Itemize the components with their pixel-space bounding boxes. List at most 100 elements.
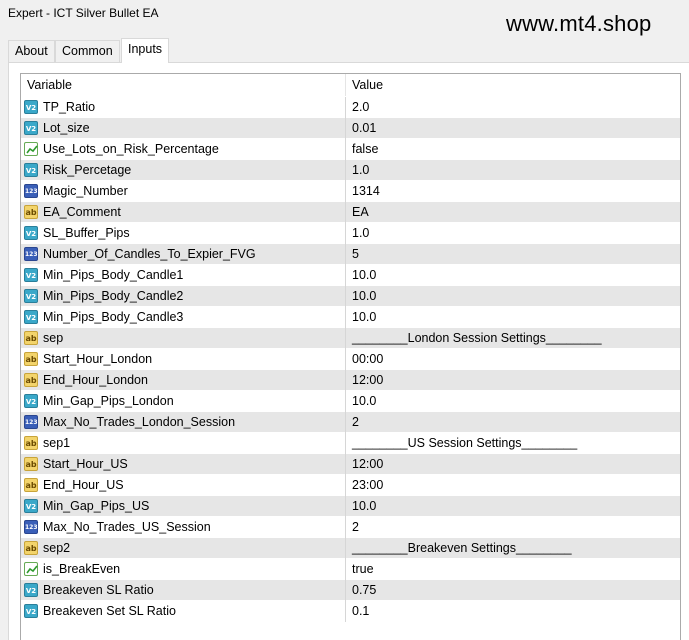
- value-cell[interactable]: EA: [346, 202, 681, 222]
- table-row[interactable]: 123 Number_Of_Candles_To_Expier_FVG 5: [21, 244, 680, 265]
- value-cell[interactable]: 12:00: [346, 370, 681, 390]
- variable-value[interactable]: 2.0: [352, 100, 369, 114]
- variable-value[interactable]: 0.1: [352, 604, 369, 618]
- table-row[interactable]: V2 Breakeven Set SL Ratio 0.1: [21, 601, 680, 622]
- table-row[interactable]: 123 Max_No_Trades_US_Session 2: [21, 517, 680, 538]
- table-row[interactable]: V2 Lot_size 0.01: [21, 118, 680, 139]
- variable-value[interactable]: false: [352, 142, 378, 156]
- value-cell[interactable]: ________Breakeven Settings________: [346, 538, 681, 558]
- value-cell[interactable]: 23:00: [346, 475, 681, 495]
- variable-cell[interactable]: V2 Breakeven SL Ratio: [21, 580, 345, 600]
- column-divider[interactable]: [345, 74, 346, 96]
- variable-cell[interactable]: V2 SL_Buffer_Pips: [21, 223, 345, 243]
- value-cell[interactable]: 10.0: [346, 286, 681, 306]
- variable-cell[interactable]: V2 Min_Pips_Body_Candle3: [21, 307, 345, 327]
- variable-cell[interactable]: ab sep2: [21, 538, 345, 558]
- table-row[interactable]: ab sep2 ________Breakeven Settings________: [21, 538, 680, 559]
- table-row[interactable]: ab Start_Hour_US 12:00: [21, 454, 680, 475]
- table-row[interactable]: V2 SL_Buffer_Pips 1.0: [21, 223, 680, 244]
- value-cell[interactable]: 10.0: [346, 391, 681, 411]
- variable-cell[interactable]: V2 Risk_Percetage: [21, 160, 345, 180]
- table-row[interactable]: V2 Risk_Percetage 1.0: [21, 160, 680, 181]
- variable-cell[interactable]: V2 Min_Gap_Pips_US: [21, 496, 345, 516]
- value-cell[interactable]: 0.75: [346, 580, 681, 600]
- variable-value[interactable]: 2: [352, 415, 359, 429]
- variable-value[interactable]: ________US Session Settings________: [352, 436, 577, 450]
- variable-cell[interactable]: 123 Number_Of_Candles_To_Expier_FVG: [21, 244, 345, 264]
- tab-about[interactable]: About: [8, 40, 55, 62]
- variable-value[interactable]: EA: [352, 205, 369, 219]
- variable-cell[interactable]: ab End_Hour_US: [21, 475, 345, 495]
- variable-cell[interactable]: V2 Lot_size: [21, 118, 345, 138]
- table-row[interactable]: Use_Lots_on_Risk_Percentage false: [21, 139, 680, 160]
- variable-value[interactable]: ________London Session Settings________: [352, 331, 602, 345]
- table-row[interactable]: ab sep1 ________US Session Settings_______…: [21, 433, 680, 454]
- value-cell[interactable]: ________US Session Settings________: [346, 433, 681, 453]
- value-cell[interactable]: 0.01: [346, 118, 681, 138]
- value-cell[interactable]: 0.1: [346, 601, 681, 621]
- variable-value[interactable]: 1.0: [352, 226, 369, 240]
- variable-cell[interactable]: Use_Lots_on_Risk_Percentage: [21, 139, 345, 159]
- table-row[interactable]: 123 Magic_Number 1314: [21, 181, 680, 202]
- table-row[interactable]: is_BreakEven true: [21, 559, 680, 580]
- variable-value[interactable]: ________Breakeven Settings________: [352, 541, 572, 555]
- variable-cell[interactable]: ab Start_Hour_US: [21, 454, 345, 474]
- value-cell[interactable]: 1.0: [346, 160, 681, 180]
- variable-cell[interactable]: V2 TP_Ratio: [21, 97, 345, 117]
- value-cell[interactable]: 10.0: [346, 496, 681, 516]
- variable-value[interactable]: 12:00: [352, 373, 383, 387]
- table-row[interactable]: ab sep ________London Session Settings____…: [21, 328, 680, 349]
- column-header-value[interactable]: Value: [352, 78, 383, 92]
- tab-common[interactable]: Common: [55, 40, 120, 62]
- table-row[interactable]: V2 Min_Pips_Body_Candle3 10.0: [21, 307, 680, 328]
- column-header-variable[interactable]: Variable: [27, 78, 72, 92]
- tab-inputs[interactable]: Inputs: [121, 38, 170, 63]
- table-row[interactable]: V2 Min_Gap_Pips_London 10.0: [21, 391, 680, 412]
- value-cell[interactable]: 10.0: [346, 307, 681, 327]
- variable-cell[interactable]: ab EA_Comment: [21, 202, 345, 222]
- value-cell[interactable]: 2: [346, 412, 681, 432]
- value-cell[interactable]: 1314: [346, 181, 681, 201]
- variable-cell[interactable]: ab End_Hour_London: [21, 370, 345, 390]
- variable-value[interactable]: 00:00: [352, 352, 383, 366]
- table-row[interactable]: ab End_Hour_US 23:00: [21, 475, 680, 496]
- value-cell[interactable]: ________London Session Settings________: [346, 328, 681, 348]
- variable-value[interactable]: 10.0: [352, 310, 376, 324]
- value-cell[interactable]: true: [346, 559, 681, 579]
- value-cell[interactable]: 10.0: [346, 265, 681, 285]
- variable-value[interactable]: 2: [352, 520, 359, 534]
- variable-cell[interactable]: ab sep: [21, 328, 345, 348]
- table-row[interactable]: V2 Breakeven SL Ratio 0.75: [21, 580, 680, 601]
- variable-cell[interactable]: 123 Max_No_Trades_London_Session: [21, 412, 345, 432]
- value-cell[interactable]: 1.0: [346, 223, 681, 243]
- table-row[interactable]: ab Start_Hour_London 00:00: [21, 349, 680, 370]
- variable-cell[interactable]: 123 Max_No_Trades_US_Session: [21, 517, 345, 537]
- variable-value[interactable]: 10.0: [352, 394, 376, 408]
- variable-cell[interactable]: 123 Magic_Number: [21, 181, 345, 201]
- variable-cell[interactable]: V2 Min_Pips_Body_Candle2: [21, 286, 345, 306]
- variable-value[interactable]: 10.0: [352, 499, 376, 513]
- value-cell[interactable]: 00:00: [346, 349, 681, 369]
- variable-value[interactable]: 1314: [352, 184, 380, 198]
- table-row[interactable]: ab End_Hour_London 12:00: [21, 370, 680, 391]
- variable-value[interactable]: true: [352, 562, 374, 576]
- variable-cell[interactable]: ab sep1: [21, 433, 345, 453]
- variable-value[interactable]: 0.01: [352, 121, 376, 135]
- variable-cell[interactable]: V2 Breakeven Set SL Ratio: [21, 601, 345, 621]
- variable-value[interactable]: 0.75: [352, 583, 376, 597]
- variable-value[interactable]: 23:00: [352, 478, 383, 492]
- value-cell[interactable]: 2.0: [346, 97, 681, 117]
- variable-cell[interactable]: is_BreakEven: [21, 559, 345, 579]
- value-cell[interactable]: 12:00: [346, 454, 681, 474]
- value-cell[interactable]: 2: [346, 517, 681, 537]
- table-row[interactable]: V2 Min_Gap_Pips_US 10.0: [21, 496, 680, 517]
- variable-cell[interactable]: ab Start_Hour_London: [21, 349, 345, 369]
- variable-cell[interactable]: V2 Min_Pips_Body_Candle1: [21, 265, 345, 285]
- variable-value[interactable]: 10.0: [352, 289, 376, 303]
- table-row[interactable]: 123 Max_No_Trades_London_Session 2: [21, 412, 680, 433]
- table-row[interactable]: V2 Min_Pips_Body_Candle2 10.0: [21, 286, 680, 307]
- value-cell[interactable]: 5: [346, 244, 681, 264]
- variable-value[interactable]: 5: [352, 247, 359, 261]
- value-cell[interactable]: false: [346, 139, 681, 159]
- variable-cell[interactable]: V2 Min_Gap_Pips_London: [21, 391, 345, 411]
